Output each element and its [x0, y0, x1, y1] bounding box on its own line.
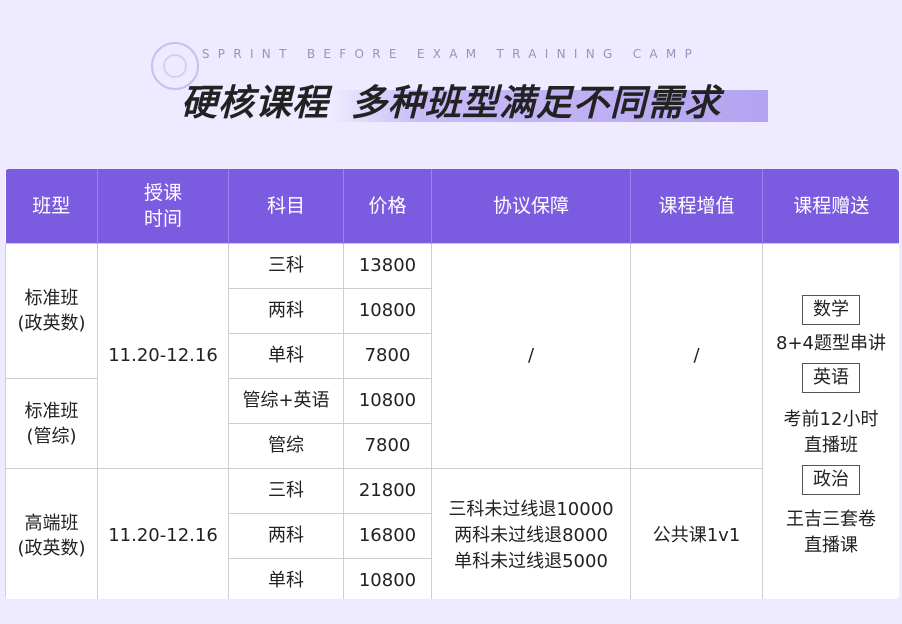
time-cell: 11.20-12.16 — [97, 243, 229, 469]
gift-desc: 直播班 — [804, 434, 858, 456]
gifts-cell: 数学 8+4题型串讲 英语 考前12小时 直播班 政治 王吉三套卷 直播课 — [762, 243, 899, 599]
price-cell: 7800 — [343, 423, 432, 469]
col-header-gifts: 课程赠送 — [762, 169, 899, 244]
page-subtitle: SPRINT BEFORE EXAM TRAINING CAMP — [201, 47, 701, 61]
col-header-subject: 科目 — [228, 169, 344, 244]
price-cell: 16800 — [343, 513, 432, 559]
gift-desc: 8+4题型串讲 — [776, 332, 886, 354]
gift-tag-math: 数学 — [802, 294, 860, 325]
table-row: 标准班 (政英数) 11.20-12.16 三科 13800 / / 数学 8+… — [5, 243, 899, 599]
col-header-value-add: 课程增值 — [630, 169, 763, 244]
price-cell: 21800 — [343, 468, 432, 514]
time-cell: 11.20-12.16 — [97, 468, 229, 599]
guarantee-line: 三科未过线退10000 — [448, 499, 614, 520]
gift-tag-english: 英语 — [802, 362, 860, 393]
title-left: 硬核课程 — [180, 83, 329, 124]
col-header-price: 价格 — [343, 169, 432, 244]
subject-cell: 管综+英语 — [228, 378, 344, 424]
gift-desc: 直播课 — [804, 534, 858, 556]
title-right: 多种班型满足不同需求 — [351, 83, 722, 124]
subject-cell: 三科 — [228, 468, 344, 514]
subject-cell: 单科 — [228, 558, 344, 599]
subject-cell: 两科 — [228, 513, 344, 559]
course-table: 班型 授课 时间 科目 价格 协议保障 课程增值 课程赠送 标准班 (政英数) … — [5, 169, 899, 599]
class-type-cell: 高端班 (政英数) — [5, 468, 98, 599]
page-title: 硬核课程 多种班型满足不同需求 — [0, 74, 902, 126]
value-add-cell: 公共课1v1 — [630, 468, 763, 599]
price-cell: 13800 — [343, 243, 432, 289]
guarantee-cell: / — [431, 243, 631, 469]
value-add-cell: / — [630, 243, 763, 469]
price-cell: 10800 — [343, 288, 432, 334]
subject-cell: 两科 — [228, 288, 344, 334]
course-table-card: 班型 授课 时间 科目 价格 协议保障 课程增值 课程赠送 标准班 (政英数) … — [5, 169, 899, 599]
guarantee-cell: 三科未过线退10000 两科未过线退8000 单科未过线退5000 — [431, 468, 631, 599]
price-cell: 7800 — [343, 333, 432, 379]
class-type-cell: 标准班 (管综) — [5, 378, 98, 469]
guarantee-line: 单科未过线退5000 — [454, 551, 608, 572]
col-header-guarantee: 协议保障 — [431, 169, 631, 244]
price-cell: 10800 — [343, 558, 432, 599]
subject-cell: 管综 — [228, 423, 344, 469]
gift-desc: 考前12小时 — [783, 408, 879, 430]
gift-tag-politics: 政治 — [802, 464, 860, 495]
class-type-cell: 标准班 (政英数) — [5, 243, 98, 379]
price-cell: 10800 — [343, 378, 432, 424]
col-header-time: 授课 时间 — [97, 169, 229, 244]
subject-cell: 三科 — [228, 243, 344, 289]
table-header-row: 班型 授课 时间 科目 价格 协议保障 课程增值 课程赠送 — [5, 169, 899, 244]
col-header-class-type: 班型 — [5, 169, 98, 244]
guarantee-line: 两科未过线退8000 — [454, 525, 608, 546]
subject-cell: 单科 — [228, 333, 344, 379]
gift-desc: 王吉三套卷 — [786, 508, 876, 530]
